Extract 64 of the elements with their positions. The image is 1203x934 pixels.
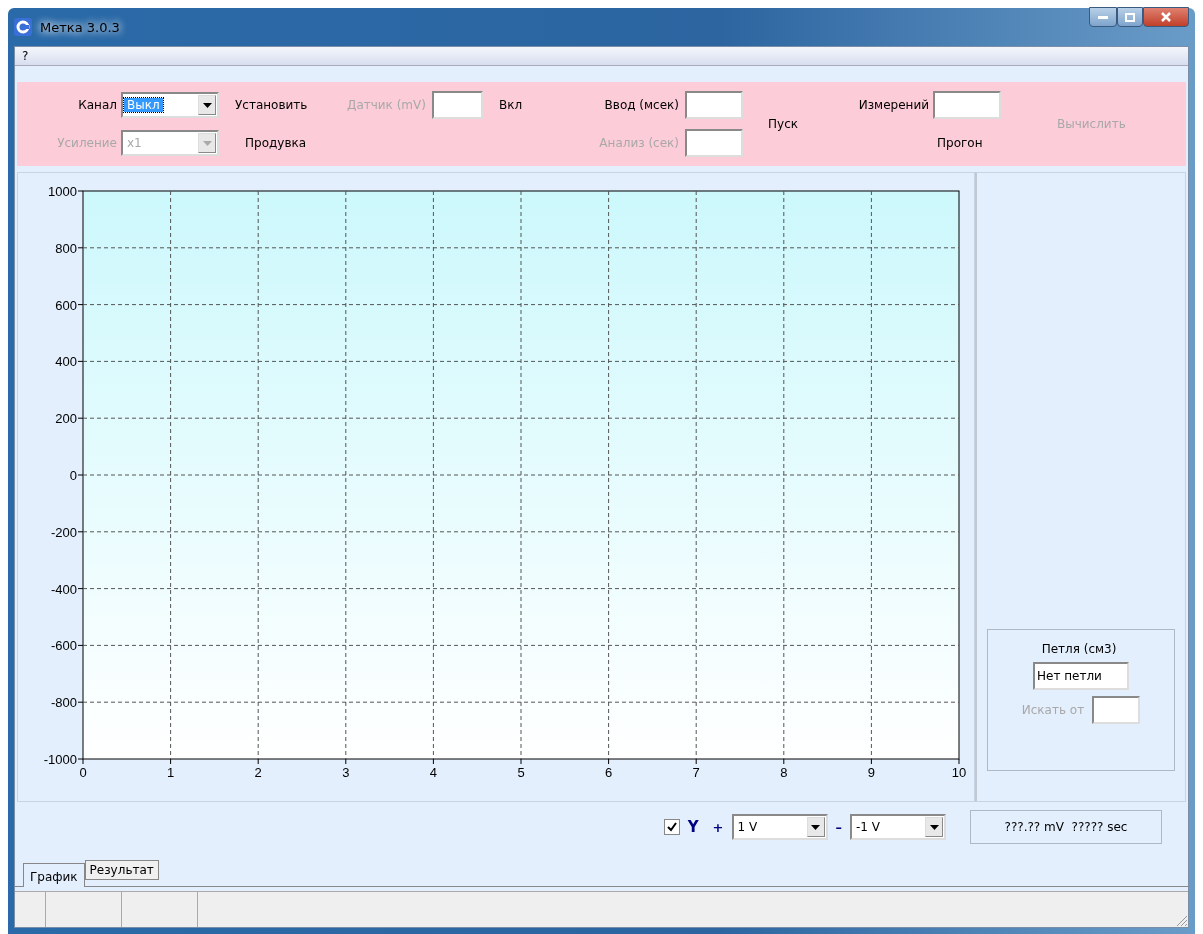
readout-text: ???.?? mV ????? sec: [970, 810, 1162, 844]
minus-label: –: [835, 819, 842, 835]
search-from-field[interactable]: [1092, 696, 1141, 724]
search-from-label: Искать от: [1021, 703, 1086, 717]
x-tick-label: 2: [254, 765, 262, 780]
loop-field[interactable]: Нет петли: [1033, 662, 1129, 690]
x-tick-label: 10: [951, 765, 967, 780]
x-tick-label: 1: [167, 765, 175, 780]
x-tick-label: 5: [517, 765, 525, 780]
analysis-label: Анализ (сек): [599, 136, 680, 150]
y-tick-label: -200: [50, 524, 77, 540]
sensor-label: Датчик (mV): [347, 98, 427, 112]
sensor-field[interactable]: [431, 91, 483, 119]
analysis-field[interactable]: [685, 129, 743, 157]
menu-item[interactable]: ?: [19, 49, 32, 63]
close-icon: [1161, 12, 1171, 22]
x-tick-label: 9: [867, 765, 875, 780]
caret-icon: [202, 140, 212, 146]
measurements-label: Измерений: [858, 98, 930, 112]
y-tick-label: -800: [50, 695, 77, 711]
minus-dropdown[interactable]: -1 V: [850, 814, 946, 840]
y-tick-label: 600: [55, 297, 77, 313]
run-button[interactable]: Прогон: [933, 134, 987, 152]
set-button[interactable]: Установить: [231, 96, 312, 114]
minimize-icon: [1098, 15, 1108, 19]
caret-icon: [811, 824, 820, 830]
y-tick-label: 0: [69, 468, 77, 483]
window-title: Метка 3.0.3: [40, 19, 120, 35]
on-button[interactable]: Вкл: [495, 96, 527, 114]
app-logo-icon: [14, 18, 32, 36]
input-label: Ввод (мсек): [604, 98, 680, 112]
y-tick-label: -1000: [43, 752, 77, 767]
y-tick-label: 200: [55, 411, 77, 427]
maximize-icon: [1125, 12, 1135, 22]
caret-icon: [929, 824, 939, 830]
x-tick-label: 3: [342, 765, 350, 780]
y-tick-label: 800: [55, 240, 77, 256]
x-tick-label: 6: [605, 765, 613, 780]
plus-dropdown[interactable]: 1 V: [731, 814, 828, 840]
y-tick-label: 1000: [48, 184, 77, 199]
tab[interactable]: График: [23, 863, 85, 887]
plus-label: +: [712, 819, 724, 835]
start-button[interactable]: Пуск: [764, 115, 802, 133]
x-tick-label: 4: [429, 765, 437, 780]
x-tick-label: 0: [79, 765, 87, 780]
maximize-button[interactable]: [1117, 7, 1143, 27]
close-button[interactable]: [1143, 7, 1189, 27]
channel-label: Канал: [78, 98, 118, 112]
caret-icon: [202, 102, 212, 108]
gain-label: Усиление: [57, 136, 118, 150]
purge-button[interactable]: Продувка: [241, 134, 311, 152]
y-tick-label: 400: [55, 354, 77, 370]
x-tick-label: 8: [780, 765, 788, 780]
minimize-button[interactable]: [1089, 7, 1117, 27]
resize-grip-icon: [1174, 913, 1188, 927]
y-label: Y: [687, 818, 699, 836]
x-tick-label: 7: [692, 765, 700, 780]
measurements-field[interactable]: [933, 91, 1001, 119]
input-field[interactable]: [685, 91, 743, 119]
y-tick-label: -600: [50, 638, 77, 654]
y-checkbox[interactable]: [663, 819, 680, 835]
y-tick-label: -400: [50, 581, 77, 597]
tab[interactable]: Результат: [84, 860, 159, 880]
loop-label: Петля (см3): [1041, 642, 1118, 656]
